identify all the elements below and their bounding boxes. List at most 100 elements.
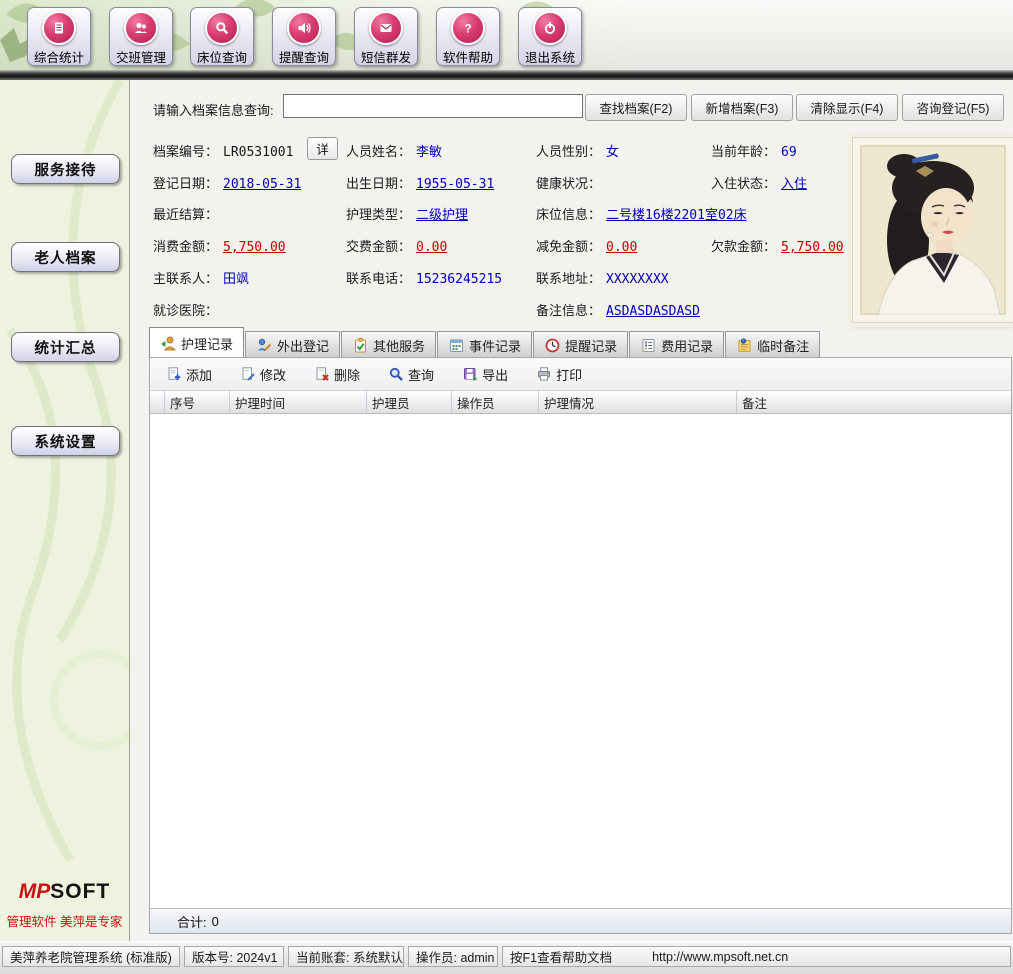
tab-label: 临时备注: [757, 336, 809, 355]
field-address: 联系地址： XXXXXXXX: [536, 268, 669, 286]
checkout-register-icon: [256, 337, 273, 354]
button-label: 咨询登记(F5): [917, 98, 990, 117]
tab-reminder-record[interactable]: 提醒记录: [533, 331, 628, 358]
field-last-settle: 最近结算：: [153, 204, 223, 222]
column-header-care-detail[interactable]: 护理情况: [539, 391, 737, 413]
age-value: 69: [781, 145, 797, 160]
column-header-remark[interactable]: 备注: [737, 391, 1011, 413]
toolbar-button-help[interactable]: ? 软件帮助: [436, 7, 500, 66]
address-value: XXXXXXXX: [606, 272, 669, 287]
consume-amount-link[interactable]: 5,750.00: [223, 240, 286, 255]
vine-decoration: [0, 80, 129, 941]
tab-care-record[interactable]: 护理记录: [149, 327, 244, 358]
find-archive-button[interactable]: 查找档案(F2): [585, 94, 687, 121]
tab-label: 提醒记录: [565, 336, 617, 355]
toolbar-button-label: 综合统计: [34, 47, 84, 66]
print-button[interactable]: 打印: [532, 363, 586, 386]
toolbar-button-shift[interactable]: 交班管理: [109, 7, 173, 66]
tab-temp-note[interactable]: 临时备注: [725, 331, 820, 358]
archive-search-input[interactable]: [283, 94, 583, 118]
sidebar-item-service-reception[interactable]: 服务接待: [11, 154, 120, 184]
sidebar-item-stats-summary[interactable]: 统计汇总: [11, 332, 120, 362]
column-header-care-time[interactable]: 护理时间: [230, 391, 367, 413]
field-bed-info: 床位信息： 二号楼16楼2201室02床: [536, 204, 747, 222]
new-archive-button[interactable]: 新增档案(F3): [691, 94, 793, 121]
print-icon: [536, 366, 552, 382]
add-icon: [166, 366, 182, 382]
bed-info-link[interactable]: 二号楼16楼2201室02床: [606, 204, 747, 223]
shift-icon: [124, 11, 158, 45]
logo-soft-text: SOFT: [50, 880, 110, 903]
fee-record-icon: [640, 337, 657, 354]
field-name: 人员姓名： 李敏: [346, 141, 442, 159]
phone-value: 15236245215: [416, 272, 502, 287]
toolbar-button-exit[interactable]: 退出系统: [518, 7, 582, 66]
button-label: 清除显示(F4): [811, 98, 884, 117]
debt-amount-link[interactable]: 5,750.00: [781, 240, 844, 255]
status-account-set: 当前账套: 系统默认: [288, 946, 404, 967]
toolbar-button-label: 床位查询: [197, 47, 247, 66]
query-button[interactable]: 查询: [384, 363, 438, 386]
toolbar-button-reminder[interactable]: 提醒查询: [272, 7, 336, 66]
sidebar-item-label: 服务接待: [35, 159, 97, 180]
toolbar-button-label: 交班管理: [116, 47, 166, 66]
delete-button[interactable]: 删除: [310, 363, 364, 386]
export-icon: [462, 366, 478, 382]
clear-display-button[interactable]: 清除显示(F4): [796, 94, 898, 121]
sidebar-item-elder-archive[interactable]: 老人档案: [11, 242, 120, 272]
tab-fee-record[interactable]: 费用记录: [629, 331, 724, 358]
field-paid-amount: 交费金额： 0.00: [346, 236, 447, 254]
detail-button[interactable]: 详: [307, 137, 338, 160]
action-label: 打印: [556, 365, 582, 384]
toolbar-button-stats[interactable]: 综合统计: [27, 7, 91, 66]
action-label: 导出: [482, 365, 508, 384]
status-bar: 美萍养老院管理系统 (标准版) 版本号: 2024v1 当前账套: 系统默认 操…: [0, 941, 1013, 974]
action-label: 添加: [186, 365, 212, 384]
total-value: 0: [212, 914, 219, 929]
status-link[interactable]: 入住: [781, 173, 807, 192]
record-actionbar: 添加 修改 删除 查询 导出 打印: [150, 358, 1011, 391]
contact-value: 田飒: [223, 268, 249, 287]
toolbar-button-sms[interactable]: 短信群发: [354, 7, 418, 66]
action-label: 修改: [260, 365, 286, 384]
status-help: 按F1查看帮助文档 http://www.mpsoft.net.cn: [502, 946, 1011, 967]
care-type-link[interactable]: 二级护理: [416, 204, 468, 223]
tab-event-record[interactable]: 事件记录: [437, 331, 532, 358]
sidebar-item-label: 系统设置: [35, 431, 97, 452]
field-health: 健康状况：: [536, 173, 606, 191]
top-toolbar: 综合统计 交班管理 床位查询 提醒查询 短信群发 ? 软件帮助 退出系统: [0, 0, 1013, 70]
export-button[interactable]: 导出: [458, 363, 512, 386]
tab-checkout-register[interactable]: 外出登记: [245, 331, 340, 358]
consult-register-button[interactable]: 咨询登记(F5): [902, 94, 1004, 121]
website-url[interactable]: http://www.mpsoft.net.cn: [652, 950, 788, 964]
table-body[interactable]: [150, 414, 1011, 908]
other-service-icon: [352, 337, 369, 354]
paid-amount-link[interactable]: 0.00: [416, 240, 447, 255]
main-area: 请输入档案信息查询: 查找档案(F2) 新增档案(F3) 清除显示(F4) 咨询…: [130, 80, 1013, 941]
register-date-link[interactable]: 2018-05-31: [223, 177, 301, 192]
edit-button[interactable]: 修改: [236, 363, 290, 386]
field-main-contact: 主联系人： 田飒: [153, 268, 249, 286]
toolbar-button-label: 退出系统: [525, 47, 575, 66]
toolbar-button-label: 软件帮助: [443, 47, 493, 66]
column-header-caregiver[interactable]: 护理员: [367, 391, 452, 413]
discount-amount-link[interactable]: 0.00: [606, 240, 637, 255]
button-label: 新增档案(F3): [706, 98, 779, 117]
exit-icon: [533, 11, 567, 45]
svg-text:?: ?: [464, 22, 471, 36]
remark-link[interactable]: ASDASDASDASD: [606, 304, 700, 319]
sidebar-item-system-settings[interactable]: 系统设置: [11, 426, 120, 456]
birth-date-link[interactable]: 1955-05-31: [416, 177, 494, 192]
logo-mp-text: MP: [19, 880, 51, 903]
tab-label: 护理记录: [181, 334, 233, 353]
tab-other-service[interactable]: 其他服务: [341, 331, 436, 358]
column-header-seq[interactable]: 序号: [165, 391, 230, 413]
field-debt-amount: 欠款金额： 5,750.00: [711, 236, 844, 254]
event-record-icon: [448, 337, 465, 354]
column-header-operator[interactable]: 操作员: [452, 391, 539, 413]
toolbar-button-bed-search[interactable]: 床位查询: [190, 7, 254, 66]
care-record-icon: [160, 335, 177, 352]
button-label: 查找档案(F2): [600, 98, 673, 117]
sms-icon: [369, 11, 403, 45]
add-button[interactable]: 添加: [162, 363, 216, 386]
